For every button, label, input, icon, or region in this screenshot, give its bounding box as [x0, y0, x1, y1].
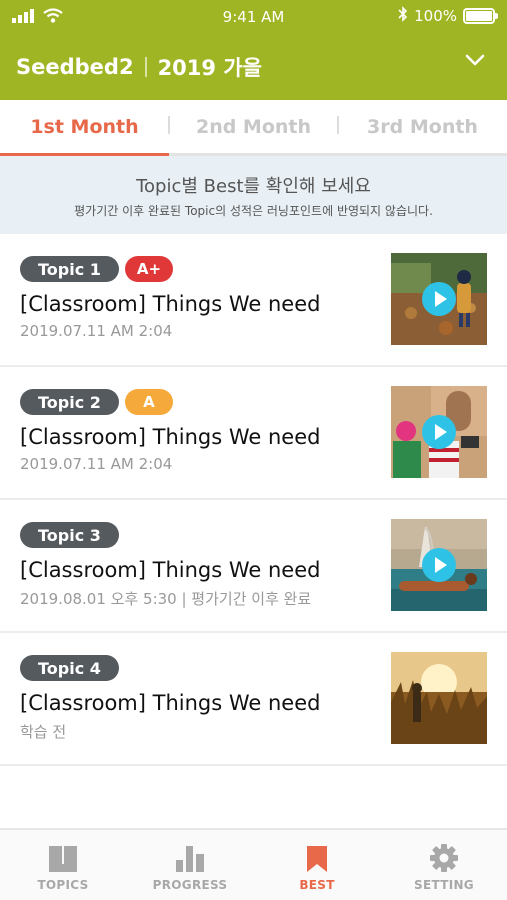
item-title: [Classroom] Things We need [20, 691, 321, 715]
nav-label: SETTING [414, 878, 474, 892]
topic-badge: Topic 1 [20, 256, 119, 282]
item-title: [Classroom] Things We need [20, 558, 321, 582]
nav-label: PROGRESS [152, 878, 228, 892]
item-date: 2019.07.11 AM 2:04 [20, 455, 173, 473]
grade-badge: A+ [124, 256, 174, 282]
status-bar: 9:41 AM 100% [0, 0, 507, 34]
topic-list: Topic 1 A+ [Classroom] Things We need 20… [0, 234, 507, 766]
bar-chart-icon [176, 846, 204, 872]
bluetooth-icon [398, 6, 408, 26]
item-title: [Classroom] Things We need [20, 292, 321, 316]
bottom-navigation: TOPICS PROGRESS BEST SETTING [0, 828, 507, 900]
app-header: Seedbed2 2019 가을 [0, 34, 507, 100]
topic-badge: Topic 3 [20, 522, 119, 548]
play-icon[interactable] [422, 282, 456, 316]
notice-title: Topic별 Best를 확인해 보세요 [136, 176, 371, 197]
grade-badge: A [124, 389, 173, 415]
list-item[interactable]: Topic 4 [Classroom] Things We need 학습 전 [0, 633, 507, 766]
item-date: 2019.07.11 AM 2:04 [20, 322, 173, 340]
topic-badge: Topic 2 [20, 389, 119, 415]
battery-percent: 100% [414, 7, 457, 25]
video-thumbnail[interactable] [391, 386, 487, 478]
thumbnail-image[interactable] [391, 652, 487, 744]
nav-label: BEST [299, 878, 335, 892]
play-icon[interactable] [422, 548, 456, 582]
term-label: 2019 가을 [157, 56, 262, 80]
list-item[interactable]: Topic 2 A [Classroom] Things We need 201… [0, 367, 507, 500]
video-thumbnail[interactable] [391, 519, 487, 611]
list-item[interactable]: Topic 1 A+ [Classroom] Things We need 20… [0, 234, 507, 367]
tab-3rd-month[interactable]: 3rd Month [338, 100, 507, 153]
tab-1st-month[interactable]: 1st Month [0, 100, 169, 153]
battery-icon [463, 8, 498, 24]
video-thumbnail[interactable] [391, 253, 487, 345]
item-status: 학습 전 [20, 723, 67, 741]
topic-badge: Topic 4 [20, 655, 119, 681]
chevron-down-icon[interactable] [465, 54, 485, 66]
tab-2nd-month[interactable]: 2nd Month [169, 100, 338, 153]
nav-label: TOPICS [37, 878, 89, 892]
nav-progress[interactable]: PROGRESS [127, 830, 253, 900]
notice-banner: Topic별 Best를 확인해 보세요 평가기간 이후 완료된 Topic의 … [0, 156, 507, 234]
term-selector[interactable]: Seedbed2 2019 가을 [16, 52, 262, 82]
title-divider [144, 57, 147, 77]
month-tabs: 1st Month 2nd Month 3rd Month [0, 100, 507, 156]
nav-setting[interactable]: SETTING [381, 830, 507, 900]
notice-subtitle: 평가기간 이후 완료된 Topic의 성적은 러닝포인트에 반영되지 않습니다. [74, 204, 433, 218]
play-icon[interactable] [422, 415, 456, 449]
nav-best[interactable]: BEST [254, 830, 380, 900]
app-name: Seedbed2 [16, 55, 134, 79]
gear-icon [430, 844, 458, 872]
bookmark-icon [307, 846, 327, 872]
nav-topics[interactable]: TOPICS [0, 830, 126, 900]
item-date: 2019.08.01 오후 5:30 | 평가기간 이후 완료 [20, 590, 312, 608]
book-icon [49, 846, 77, 872]
list-item[interactable]: Topic 3 [Classroom] Things We need 2019.… [0, 500, 507, 633]
item-title: [Classroom] Things We need [20, 425, 321, 449]
